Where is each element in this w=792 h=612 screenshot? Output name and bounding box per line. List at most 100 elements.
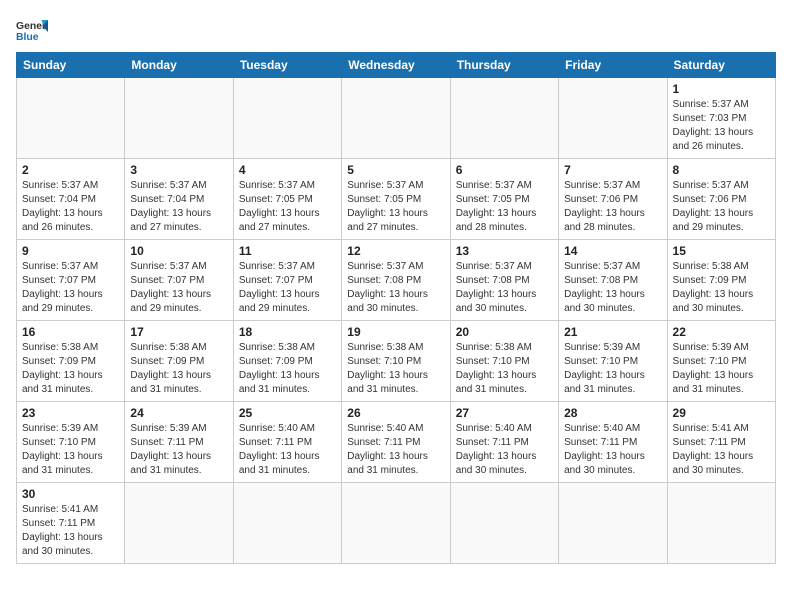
day-info: Sunrise: 5:38 AM Sunset: 7:09 PM Dayligh… bbox=[130, 341, 227, 397]
day-info: Sunrise: 5:40 AM Sunset: 7:11 PM Dayligh… bbox=[239, 422, 336, 478]
calendar-cell: 1Sunrise: 5:37 AM Sunset: 7:03 PM Daylig… bbox=[667, 78, 775, 159]
day-info: Sunrise: 5:38 AM Sunset: 7:09 PM Dayligh… bbox=[22, 341, 119, 397]
calendar-cell: 16 Sunrise: 5:38 AM Sunset: 7:09 PM Dayli… bbox=[17, 321, 125, 402]
calendar-cell: 29 Sunrise: 5:41 AM Sunset: 7:11 PM Dayli… bbox=[667, 402, 775, 483]
calendar-cell bbox=[559, 78, 667, 159]
calendar-week-5: 23Sunrise: 5:39 AM Sunset: 7:10 PM Dayli… bbox=[17, 402, 776, 483]
calendar-cell bbox=[667, 483, 775, 564]
day-number: 22 bbox=[673, 325, 770, 339]
day-number: 28 bbox=[564, 406, 661, 420]
day-number: 3 bbox=[130, 163, 227, 177]
day-number: 19 bbox=[347, 325, 444, 339]
day-number: 10 bbox=[130, 244, 227, 258]
day-info: Sunrise: 5:40 AM Sunset: 7:11 PM Dayligh… bbox=[564, 422, 661, 478]
calendar-week-2: 2 Sunrise: 5:37 AM Sunset: 7:04 PM Daylig… bbox=[17, 159, 776, 240]
calendar-cell bbox=[17, 78, 125, 159]
day-info: Sunrise: 5:37 AM Sunset: 7:08 PM Dayligh… bbox=[347, 260, 444, 316]
day-number: 21 bbox=[564, 325, 661, 339]
calendar-cell: 28 Sunrise: 5:40 AM Sunset: 7:11 PM Dayli… bbox=[559, 402, 667, 483]
day-number: 18 bbox=[239, 325, 336, 339]
calendar-cell: 23Sunrise: 5:39 AM Sunset: 7:10 PM Dayli… bbox=[17, 402, 125, 483]
day-number: 9 bbox=[22, 244, 119, 258]
day-info: Sunrise: 5:37 AM Sunset: 7:06 PM Dayligh… bbox=[564, 179, 661, 235]
logo: General Blue bbox=[16, 16, 48, 44]
calendar-cell: 14 Sunrise: 5:37 AM Sunset: 7:08 PM Dayli… bbox=[559, 240, 667, 321]
calendar-cell bbox=[450, 78, 558, 159]
calendar-cell: 22 Sunrise: 5:39 AM Sunset: 7:10 PM Dayli… bbox=[667, 321, 775, 402]
calendar-cell bbox=[233, 78, 341, 159]
calendar-cell bbox=[559, 483, 667, 564]
day-info: Sunrise: 5:37 AM Sunset: 7:07 PM Dayligh… bbox=[130, 260, 227, 316]
day-number: 30 bbox=[22, 487, 119, 501]
day-info: Sunrise: 5:40 AM Sunset: 7:11 PM Dayligh… bbox=[456, 422, 553, 478]
day-header-monday: Monday bbox=[125, 53, 233, 78]
calendar-table: SundayMondayTuesdayWednesdayThursdayFrid… bbox=[16, 52, 776, 564]
calendar-cell: 4 Sunrise: 5:37 AM Sunset: 7:05 PM Daylig… bbox=[233, 159, 341, 240]
day-number: 24 bbox=[130, 406, 227, 420]
day-number: 29 bbox=[673, 406, 770, 420]
calendar-week-6: 30 Sunrise: 5:41 AM Sunset: 7:11 PM Dayli… bbox=[17, 483, 776, 564]
calendar-cell: 25 Sunrise: 5:40 AM Sunset: 7:11 PM Dayli… bbox=[233, 402, 341, 483]
day-header-saturday: Saturday bbox=[667, 53, 775, 78]
calendar-cell bbox=[342, 78, 450, 159]
day-info: Sunrise: 5:37 AM Sunset: 7:05 PM Dayligh… bbox=[347, 179, 444, 235]
calendar-cell bbox=[125, 483, 233, 564]
day-info: Sunrise: 5:37 AM Sunset: 7:04 PM Dayligh… bbox=[22, 179, 119, 235]
calendar-cell: 17 Sunrise: 5:38 AM Sunset: 7:09 PM Dayli… bbox=[125, 321, 233, 402]
day-number: 13 bbox=[456, 244, 553, 258]
day-number: 4 bbox=[239, 163, 336, 177]
day-number: 17 bbox=[130, 325, 227, 339]
day-number: 25 bbox=[239, 406, 336, 420]
day-number: 26 bbox=[347, 406, 444, 420]
day-info: Sunrise: 5:37 AM Sunset: 7:05 PM Dayligh… bbox=[456, 179, 553, 235]
logo-icon: General Blue bbox=[16, 16, 48, 44]
calendar-cell bbox=[125, 78, 233, 159]
day-header-sunday: Sunday bbox=[17, 53, 125, 78]
day-info: Sunrise: 5:41 AM Sunset: 7:11 PM Dayligh… bbox=[22, 503, 119, 559]
calendar-cell: 13 Sunrise: 5:37 AM Sunset: 7:08 PM Dayli… bbox=[450, 240, 558, 321]
day-number: 6 bbox=[456, 163, 553, 177]
day-number: 16 bbox=[22, 325, 119, 339]
day-number: 7 bbox=[564, 163, 661, 177]
calendar-cell: 15Sunrise: 5:38 AM Sunset: 7:09 PM Dayli… bbox=[667, 240, 775, 321]
calendar-cell: 10 Sunrise: 5:37 AM Sunset: 7:07 PM Dayli… bbox=[125, 240, 233, 321]
calendar-cell: 26 Sunrise: 5:40 AM Sunset: 7:11 PM Dayli… bbox=[342, 402, 450, 483]
page-header: General Blue bbox=[16, 16, 776, 44]
day-number: 5 bbox=[347, 163, 444, 177]
day-number: 27 bbox=[456, 406, 553, 420]
calendar-cell: 20Sunrise: 5:38 AM Sunset: 7:10 PM Dayli… bbox=[450, 321, 558, 402]
calendar-week-3: 9 Sunrise: 5:37 AM Sunset: 7:07 PM Daylig… bbox=[17, 240, 776, 321]
day-info: Sunrise: 5:38 AM Sunset: 7:10 PM Dayligh… bbox=[456, 341, 553, 397]
calendar-cell bbox=[342, 483, 450, 564]
day-info: Sunrise: 5:37 AM Sunset: 7:04 PM Dayligh… bbox=[130, 179, 227, 235]
day-header-wednesday: Wednesday bbox=[342, 53, 450, 78]
day-info: Sunrise: 5:37 AM Sunset: 7:08 PM Dayligh… bbox=[564, 260, 661, 316]
day-info: Sunrise: 5:39 AM Sunset: 7:10 PM Dayligh… bbox=[673, 341, 770, 397]
day-info: Sunrise: 5:37 AM Sunset: 7:07 PM Dayligh… bbox=[22, 260, 119, 316]
day-info: Sunrise: 5:38 AM Sunset: 7:10 PM Dayligh… bbox=[347, 341, 444, 397]
calendar-cell: 12 Sunrise: 5:37 AM Sunset: 7:08 PM Dayli… bbox=[342, 240, 450, 321]
calendar-cell: 27 Sunrise: 5:40 AM Sunset: 7:11 PM Dayli… bbox=[450, 402, 558, 483]
day-header-tuesday: Tuesday bbox=[233, 53, 341, 78]
day-number: 12 bbox=[347, 244, 444, 258]
calendar-week-1: 1Sunrise: 5:37 AM Sunset: 7:03 PM Daylig… bbox=[17, 78, 776, 159]
day-number: 2 bbox=[22, 163, 119, 177]
day-info: Sunrise: 5:37 AM Sunset: 7:08 PM Dayligh… bbox=[456, 260, 553, 316]
calendar-cell: 2 Sunrise: 5:37 AM Sunset: 7:04 PM Daylig… bbox=[17, 159, 125, 240]
svg-text:Blue: Blue bbox=[16, 32, 39, 43]
calendar-cell bbox=[450, 483, 558, 564]
calendar-cell: 9 Sunrise: 5:37 AM Sunset: 7:07 PM Daylig… bbox=[17, 240, 125, 321]
day-info: Sunrise: 5:37 AM Sunset: 7:07 PM Dayligh… bbox=[239, 260, 336, 316]
day-info: Sunrise: 5:37 AM Sunset: 7:05 PM Dayligh… bbox=[239, 179, 336, 235]
calendar-cell: 8Sunrise: 5:37 AM Sunset: 7:06 PM Daylig… bbox=[667, 159, 775, 240]
calendar-cell: 11Sunrise: 5:37 AM Sunset: 7:07 PM Dayli… bbox=[233, 240, 341, 321]
calendar-cell: 6 Sunrise: 5:37 AM Sunset: 7:05 PM Daylig… bbox=[450, 159, 558, 240]
calendar-header-row: SundayMondayTuesdayWednesdayThursdayFrid… bbox=[17, 53, 776, 78]
day-info: Sunrise: 5:40 AM Sunset: 7:11 PM Dayligh… bbox=[347, 422, 444, 478]
day-number: 14 bbox=[564, 244, 661, 258]
day-number: 15 bbox=[673, 244, 770, 258]
day-number: 23 bbox=[22, 406, 119, 420]
calendar-cell bbox=[233, 483, 341, 564]
day-number: 1 bbox=[673, 82, 770, 96]
day-info: Sunrise: 5:41 AM Sunset: 7:11 PM Dayligh… bbox=[673, 422, 770, 478]
